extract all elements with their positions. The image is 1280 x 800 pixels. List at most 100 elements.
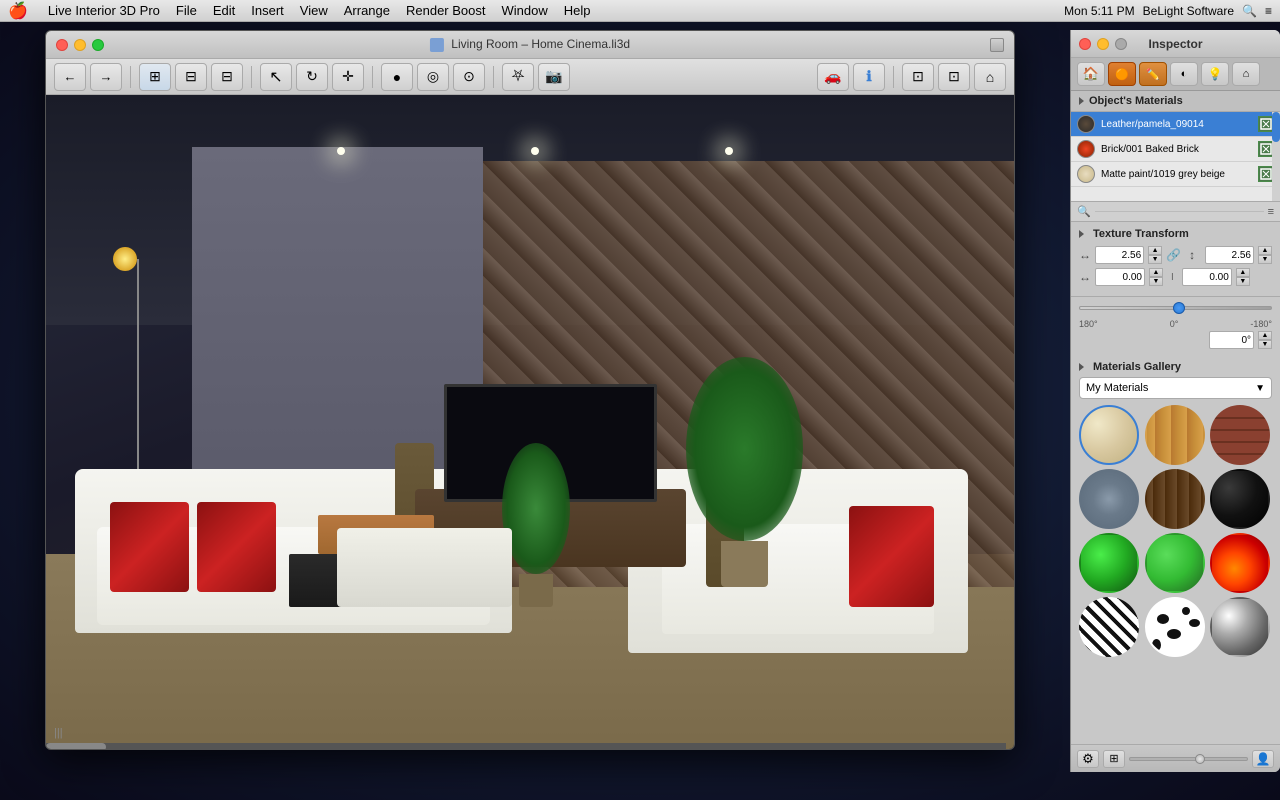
offset-x-up[interactable]: ▲: [1149, 268, 1163, 277]
inspector-maximize-button[interactable]: [1115, 38, 1127, 50]
back-button[interactable]: ←: [54, 63, 86, 91]
material-grid-brick[interactable]: [1210, 405, 1270, 465]
rotation-stepper[interactable]: ▲ ▼: [1258, 331, 1272, 349]
rotate-tool[interactable]: ↻: [296, 63, 328, 91]
tab-light[interactable]: 💡: [1201, 62, 1229, 86]
offset-y-input[interactable]: 0.00: [1182, 268, 1232, 286]
grid-view-button[interactable]: ⊞: [1103, 750, 1125, 768]
window-maximize-button[interactable]: [92, 39, 104, 51]
gallery-dropdown[interactable]: My Materials ▼: [1079, 377, 1272, 399]
viewport-scrollbar[interactable]: [46, 743, 1006, 750]
materials-list[interactable]: Leather/pamela_09014 Brick/001 Baked Bri…: [1071, 112, 1280, 202]
frame-button[interactable]: ⊡: [902, 63, 934, 91]
objects-materials-header: Object's Materials: [1071, 91, 1280, 112]
scale-x-stepper[interactable]: ▲ ▼: [1148, 246, 1162, 264]
menubar-menu-icon[interactable]: ≡: [1265, 4, 1272, 18]
material-grid-fire[interactable]: [1210, 533, 1270, 593]
material-grid-wood-dark[interactable]: [1145, 469, 1205, 529]
offset-x-stepper[interactable]: ▲ ▼: [1149, 268, 1163, 286]
elevation-button[interactable]: ⊟: [175, 63, 207, 91]
scale-x-down[interactable]: ▼: [1148, 255, 1162, 264]
offset-y-stepper[interactable]: ▲ ▼: [1236, 268, 1250, 286]
scale-y-input[interactable]: 2.56: [1205, 246, 1254, 264]
menu-view[interactable]: View: [300, 3, 328, 18]
menu-help[interactable]: Help: [564, 3, 591, 18]
offset-x-input[interactable]: 0.00: [1095, 268, 1145, 286]
info-button[interactable]: ℹ: [853, 63, 885, 91]
tab-texture[interactable]: ✏️: [1139, 62, 1167, 86]
material-grid-green[interactable]: [1079, 533, 1139, 593]
camera-button[interactable]: 📷: [538, 63, 570, 91]
move-tool[interactable]: ✛: [332, 63, 364, 91]
scale-x-up[interactable]: ▲: [1148, 246, 1162, 255]
scale-y-up[interactable]: ▲: [1258, 246, 1272, 255]
menu-render[interactable]: Render Boost: [406, 3, 486, 18]
tab-room[interactable]: 🏠: [1077, 62, 1105, 86]
viewport-scrollbar-thumb[interactable]: [46, 743, 106, 750]
person-icon[interactable]: 👤: [1252, 750, 1274, 768]
search-icon: 🔍: [1077, 205, 1091, 218]
material-swatch-2: [1077, 140, 1095, 158]
window-minimize-button[interactable]: [74, 39, 86, 51]
menubar-search-icon[interactable]: 🔍: [1242, 4, 1257, 18]
select-tool[interactable]: ↖: [260, 63, 292, 91]
material-grid-black[interactable]: [1210, 469, 1270, 529]
search-menu-icon[interactable]: ≡: [1268, 206, 1274, 218]
material-grid-concrete[interactable]: [1079, 469, 1139, 529]
offset-y-down[interactable]: ▼: [1236, 277, 1250, 286]
scale-y-stepper[interactable]: ▲ ▼: [1258, 246, 1272, 264]
materials-scrollbar-thumb[interactable]: [1272, 112, 1280, 142]
rotation-value-input[interactable]: 0°: [1209, 331, 1254, 349]
house-button[interactable]: ⌂: [974, 63, 1006, 91]
offset-y-up[interactable]: ▲: [1236, 268, 1250, 277]
material-grid-chrome[interactable]: [1210, 597, 1270, 657]
zoom-slider-thumb[interactable]: [1195, 754, 1205, 764]
material-item-1[interactable]: Leather/pamela_09014: [1071, 112, 1280, 137]
inspector-minimize-button[interactable]: [1097, 38, 1109, 50]
toolbar: ← → ⊞ ⊟ ⊟ ↖ ↻ ✛ ● ◎ ⊙ ⛧ 📷 🚗 ℹ ⊡ ⊡ ⌂: [46, 59, 1014, 95]
scroll-indicator: |||: [54, 727, 63, 739]
menu-arrange[interactable]: Arrange: [344, 3, 390, 18]
material-grid-zebra[interactable]: [1079, 597, 1139, 657]
menu-edit[interactable]: Edit: [213, 3, 235, 18]
2d-view-button[interactable]: ⊞: [139, 63, 171, 91]
material-item-2[interactable]: Brick/001 Baked Brick: [1071, 137, 1280, 162]
plan-button[interactable]: ⊟: [211, 63, 243, 91]
window-close-button[interactable]: [56, 39, 68, 51]
rotation-up[interactable]: ▲: [1258, 331, 1272, 340]
scale-y-down[interactable]: ▼: [1258, 255, 1272, 264]
window-restore-button[interactable]: [990, 38, 1004, 52]
offset-x-down[interactable]: ▼: [1149, 277, 1163, 286]
tab-render[interactable]: ◐: [1170, 62, 1198, 86]
scale-y-label: ↕: [1189, 248, 1201, 262]
rotation-thumb[interactable]: [1173, 302, 1185, 314]
material-grid-dalmatian[interactable]: [1145, 597, 1205, 657]
rotation-down[interactable]: ▼: [1258, 340, 1272, 349]
viewport[interactable]: |||: [46, 95, 1015, 750]
face-mode[interactable]: ⊙: [453, 63, 485, 91]
material-item-3[interactable]: Matte paint/1019 grey beige: [1071, 162, 1280, 187]
menu-file[interactable]: File: [176, 3, 197, 18]
materials-scrollbar[interactable]: [1272, 112, 1280, 201]
car-button[interactable]: 🚗: [817, 63, 849, 91]
inspector-close-button[interactable]: [1079, 38, 1091, 50]
material-grid-beige[interactable]: [1079, 405, 1139, 465]
menu-app[interactable]: Live Interior 3D Pro: [48, 3, 160, 18]
point-mode[interactable]: ●: [381, 63, 413, 91]
tab-model[interactable]: ⌂: [1232, 62, 1260, 86]
add-material-button[interactable]: ⚙: [1077, 750, 1099, 768]
tab-material[interactable]: 🟠: [1108, 62, 1136, 86]
zoom-slider[interactable]: [1129, 757, 1248, 761]
menubar: 🍎 Live Interior 3D Pro File Edit Insert …: [0, 0, 1280, 22]
menu-window[interactable]: Window: [502, 3, 548, 18]
material-grid-green2[interactable]: [1145, 533, 1205, 593]
align-button[interactable]: ⛧: [502, 63, 534, 91]
apple-menu[interactable]: 🍎: [8, 1, 28, 21]
forward-button[interactable]: →: [90, 63, 122, 91]
menu-insert[interactable]: Insert: [251, 3, 284, 18]
home-view-button[interactable]: ⊡: [938, 63, 970, 91]
material-grid-wood-light[interactable]: [1145, 405, 1205, 465]
edge-mode[interactable]: ◎: [417, 63, 449, 91]
rotation-slider-container[interactable]: [1079, 301, 1272, 315]
scale-x-input[interactable]: 2.56: [1095, 246, 1144, 264]
